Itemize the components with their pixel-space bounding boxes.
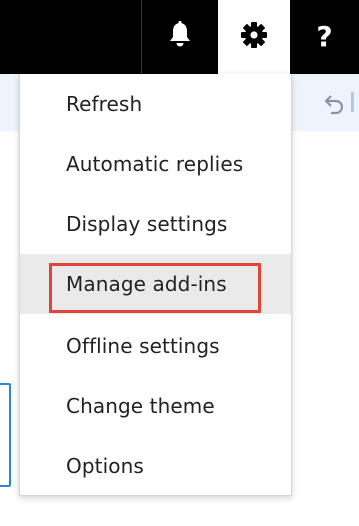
menu-item-automatic-replies[interactable]: Automatic replies — [20, 134, 291, 194]
menu-item-refresh[interactable]: Refresh — [20, 74, 291, 134]
top-navigation-bar: ? — [0, 0, 359, 74]
settings-dropdown-menu: Refresh Automatic replies Display settin… — [19, 74, 292, 496]
partial-card — [0, 383, 11, 487]
menu-item-label: Offline settings — [66, 334, 220, 358]
notifications-button[interactable] — [141, 0, 218, 74]
menu-item-options[interactable]: Options — [20, 436, 291, 496]
menu-item-change-theme[interactable]: Change theme — [20, 376, 291, 436]
menu-item-label: Change theme — [66, 394, 215, 418]
menu-item-display-settings[interactable]: Display settings — [20, 194, 291, 254]
settings-button[interactable] — [218, 0, 290, 74]
undo-icon[interactable] — [322, 92, 346, 116]
menu-item-manage-add-ins[interactable]: Manage add-ins — [20, 254, 291, 314]
menu-item-label: Refresh — [66, 92, 143, 116]
help-icon: ? — [316, 20, 333, 53]
menu-item-label: Automatic replies — [66, 152, 244, 176]
gear-icon — [240, 21, 268, 53]
help-button[interactable]: ? — [290, 0, 359, 74]
menu-item-label: Display settings — [66, 212, 228, 236]
menu-item-label: Manage add-ins — [66, 272, 227, 296]
bell-icon — [167, 21, 193, 53]
menu-item-label: Options — [66, 454, 144, 478]
command-bar-edge — [351, 92, 354, 112]
menu-item-offline-settings[interactable]: Offline settings — [20, 316, 291, 376]
